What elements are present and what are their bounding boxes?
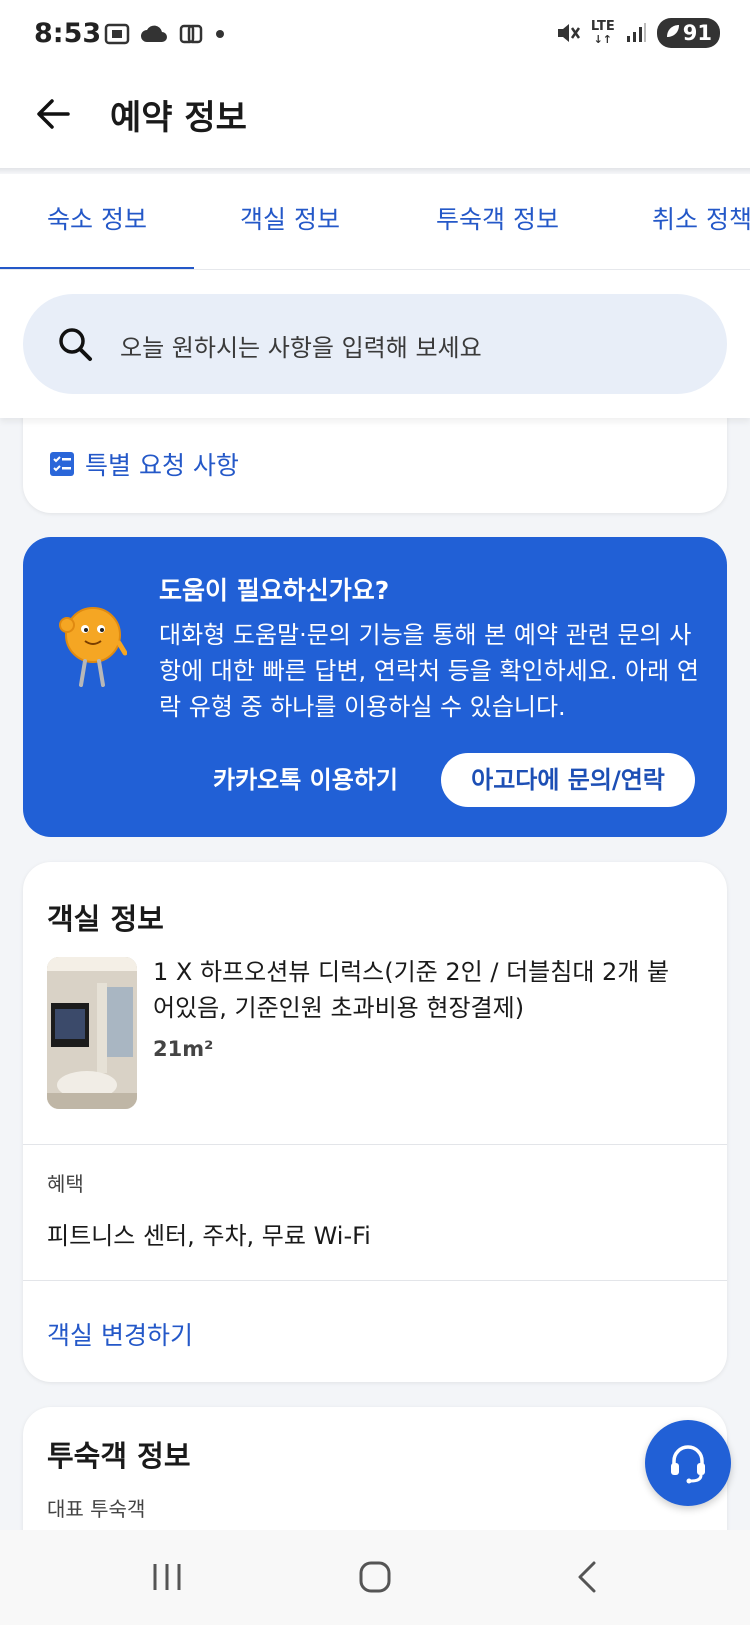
support-fab[interactable] [645, 1420, 731, 1506]
screenshot-icon [104, 23, 130, 45]
benefit-label: 혜택 [47, 1172, 84, 1196]
room-divider-2 [23, 1280, 727, 1281]
tab-guest-info[interactable]: 투숙객 정보 [436, 174, 559, 269]
lte-indicator: LTE ↓↑ [590, 19, 615, 46]
help-description: 대화형 도움말·문의 기능을 통해 본 예약 관련 문의 사항에 대한 빠른 답… [159, 621, 699, 721]
search-icon [59, 328, 92, 361]
back-button[interactable] [34, 94, 74, 134]
section-tabs: 숙소 정보 객실 정보 투숙객 정보 취소 정책 [0, 174, 750, 270]
lte-label: LTE [590, 19, 615, 34]
home-icon[interactable] [358, 1560, 392, 1594]
contact-agoda-button[interactable]: 아고다에 문의/연락 [441, 753, 695, 807]
status-bar: 8:53 LTE ↓↑ 91 [0, 0, 750, 70]
room-divider-1 [23, 1144, 727, 1145]
status-notification-icons [104, 22, 226, 46]
guest-section-title: 투숙객 정보 [47, 1439, 191, 1473]
battery-saver-icon [666, 25, 679, 37]
back-nav-icon[interactable] [572, 1560, 606, 1594]
special-request-link[interactable]: 특별 요청 사항 [49, 446, 239, 482]
headset-icon [671, 1445, 705, 1484]
cloud-icon [141, 25, 167, 42]
mute-icon [557, 24, 580, 42]
page-title: 예약 정보 [110, 98, 247, 138]
search-section: 오늘 원하시는 사항을 입력해 보세요 [0, 270, 750, 418]
room-name: 1 X 하프오션뷰 디럭스(기준 2인 / 더블침대 2개 붙어있음, 기준인원… [153, 958, 670, 1022]
recent-apps-icon[interactable] [150, 1560, 184, 1594]
arrow-left-icon [37, 99, 70, 129]
status-system-icons: LTE ↓↑ 91 [555, 18, 720, 48]
kakaotalk-button[interactable]: 카카오톡 이용하기 [213, 753, 398, 807]
battery-badge: 91 [656, 18, 720, 48]
checklist-icon [50, 452, 74, 476]
dot-icon [216, 30, 224, 38]
benefit-list: 피트니스 센터, 주차, 무료 Wi-Fi [47, 1222, 371, 1250]
help-banner: 도움이 필요하신가요? 대화형 도움말·문의 기능을 통해 본 예약 관련 문의… [23, 537, 727, 837]
lead-guest-label: 대표 투숙객 [47, 1497, 146, 1521]
change-room-link[interactable]: 객실 변경하기 [47, 1316, 193, 1352]
tab-cancellation-policy[interactable]: 취소 정책 [652, 174, 750, 269]
system-nav-bar [0, 1530, 750, 1625]
special-request-label: 특별 요청 사항 [85, 451, 239, 480]
search-placeholder: 오늘 원하시는 사항을 입력해 보세요 [120, 334, 482, 362]
status-time: 8:53 [34, 18, 102, 49]
signal-icon [626, 23, 646, 42]
room-photo-illustration [47, 957, 137, 1109]
app-header: 예약 정보 [0, 70, 750, 168]
tab-property-info[interactable]: 숙소 정보 [0, 174, 194, 269]
room-photo[interactable] [47, 957, 137, 1109]
tab-room-info[interactable]: 객실 정보 [240, 174, 340, 269]
room-info-card: 객실 정보 1 X 하프오션뷰 디럭스(기준 2인 / 더블침대 2개 붙어있음… [23, 862, 727, 1382]
search-input[interactable]: 오늘 원하시는 사항을 입력해 보세요 [23, 294, 727, 394]
room-size: 21m² [153, 1037, 214, 1061]
link-icon [179, 24, 203, 44]
mascot-illustration [59, 607, 127, 687]
room-section-title: 객실 정보 [47, 902, 164, 936]
help-title: 도움이 필요하신가요? [159, 576, 390, 605]
battery-level: 91 [682, 21, 712, 45]
